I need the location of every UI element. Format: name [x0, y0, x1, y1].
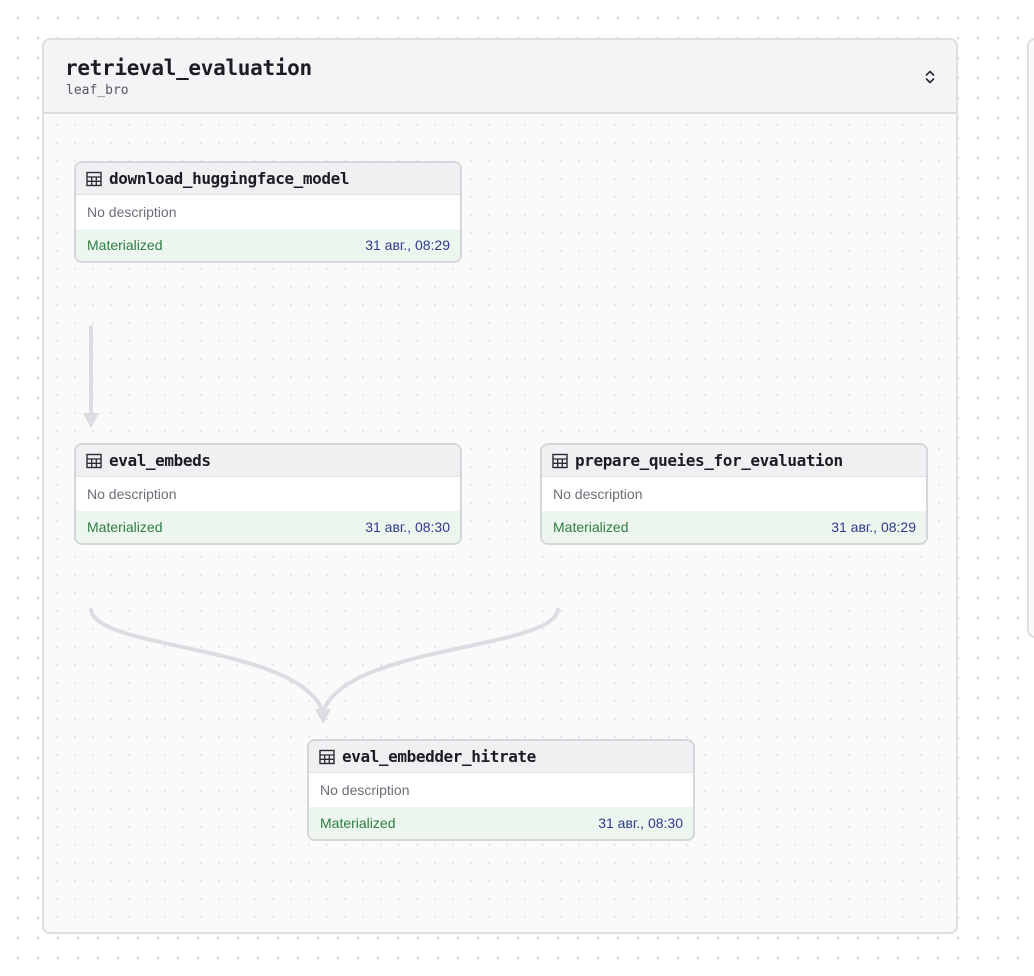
asset-description: No description: [542, 477, 926, 511]
asset-status-row: Materialized 31 авг., 08:29: [76, 229, 460, 261]
asset-name: download_huggingface_model: [109, 169, 350, 188]
asset-node-header: eval_embeds: [76, 445, 460, 477]
asset-node-download-huggingface-model[interactable]: download_huggingface_model No descriptio…: [74, 161, 462, 263]
asset-node-eval-embedder-hitrate[interactable]: eval_embedder_hitrate No description Mat…: [307, 739, 695, 841]
materialization-timestamp[interactable]: 31 авг., 08:30: [365, 519, 450, 535]
asset-status-row: Materialized 31 авг., 08:29: [542, 511, 926, 543]
asset-name: eval_embedder_hitrate: [342, 747, 536, 766]
table-icon: [86, 453, 102, 469]
materialization-timestamp[interactable]: 31 авг., 08:30: [598, 815, 683, 831]
group-code-location: leaf_bro: [66, 83, 129, 98]
asset-node-eval-embeds[interactable]: eval_embeds No description Materialized …: [74, 443, 462, 545]
asset-description: No description: [76, 195, 460, 229]
materialization-timestamp[interactable]: 31 авг., 08:29: [365, 237, 450, 253]
table-icon: [319, 749, 335, 765]
group-header: retrieval_evaluation leaf_bro: [44, 40, 956, 114]
materialization-status: Materialized: [87, 519, 163, 535]
asset-description: No description: [309, 773, 693, 807]
asset-description: No description: [76, 477, 460, 511]
asset-node-header: prepare_queies_for_evaluation: [542, 445, 926, 477]
collapse-group-button[interactable]: [918, 64, 942, 90]
asset-node-header: eval_embedder_hitrate: [309, 741, 693, 773]
materialization-status: Materialized: [320, 815, 396, 831]
table-icon: [86, 171, 102, 187]
asset-node-header: download_huggingface_model: [76, 163, 460, 195]
asset-status-row: Materialized 31 авг., 08:30: [309, 807, 693, 839]
asset-status-row: Materialized 31 авг., 08:30: [76, 511, 460, 543]
chevron-up-down-icon: [925, 70, 935, 84]
materialization-timestamp[interactable]: 31 авг., 08:29: [831, 519, 916, 535]
group-title: retrieval_evaluation: [65, 56, 312, 80]
materialization-status: Materialized: [87, 237, 163, 253]
asset-node-prepare-queies-for-evaluation[interactable]: prepare_queies_for_evaluation No descrip…: [540, 443, 928, 545]
asset-name: prepare_queies_for_evaluation: [575, 451, 843, 470]
asset-name: eval_embeds: [109, 451, 211, 470]
adjacent-group-card: [1027, 38, 1034, 638]
table-icon: [552, 453, 568, 469]
materialization-status: Materialized: [553, 519, 629, 535]
